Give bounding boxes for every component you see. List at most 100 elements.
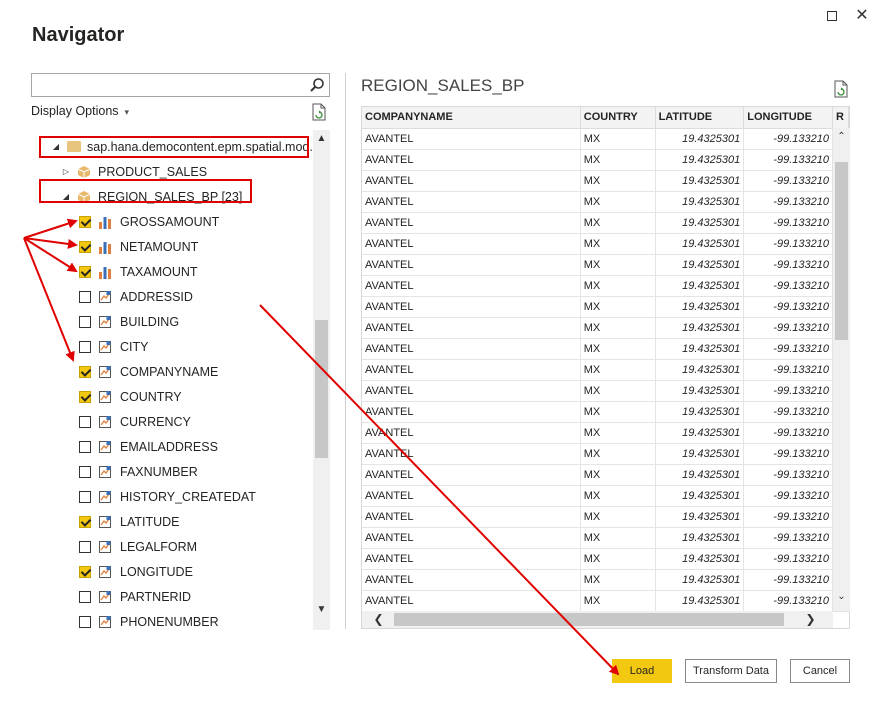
field-item[interactable]: COUNTRY [79, 384, 182, 409]
field-checkbox[interactable] [79, 565, 91, 578]
field-checkbox[interactable] [79, 340, 91, 353]
maximize-icon [827, 11, 837, 21]
scroll-up-icon[interactable]: ▲ [313, 130, 330, 147]
table-cell: MX [580, 527, 656, 549]
field-item[interactable]: CURRENCY [79, 409, 191, 434]
field-table-icon [99, 440, 111, 453]
field-checkbox[interactable] [79, 315, 91, 328]
table-cell: MX [580, 485, 656, 507]
field-item[interactable]: EMAILADDRESS [79, 434, 218, 459]
field-checkbox[interactable] [79, 415, 91, 428]
field-checkbox[interactable] [79, 465, 91, 478]
field-item[interactable]: LATITUDE [79, 509, 180, 534]
field-table-icon [99, 340, 111, 353]
table-cell: 19.4325301 [655, 401, 745, 423]
table-cell: MX [580, 149, 656, 171]
field-item[interactable]: GROSSAMOUNT [79, 209, 219, 234]
table-cell: -99.133210 [743, 401, 833, 423]
field-checkbox[interactable] [79, 590, 91, 603]
field-table-icon [99, 465, 111, 478]
field-item[interactable]: LONGITUDE [79, 559, 193, 584]
column-header[interactable]: COMPANYNAME [362, 107, 581, 129]
display-options-dropdown[interactable]: Display Options ▾ [31, 104, 129, 118]
field-checkbox[interactable] [79, 365, 91, 378]
field-item[interactable]: TAXAMOUNT [79, 259, 198, 284]
table-cell: 19.4325301 [655, 338, 745, 360]
table-cell: MX [580, 296, 656, 318]
search-input[interactable] [31, 73, 330, 97]
close-button[interactable]: ✕ [852, 6, 872, 26]
refresh-icon[interactable] [311, 103, 327, 121]
field-checkbox[interactable] [79, 615, 91, 628]
table-cell: AVANTEL [362, 170, 581, 192]
maximize-button[interactable] [822, 6, 842, 26]
field-item[interactable]: PARTNERID [79, 584, 191, 609]
field-label: FAXNUMBER [120, 464, 198, 479]
table-cell: -99.133210 [743, 422, 833, 444]
table-cell: AVANTEL [362, 401, 581, 423]
column-header[interactable]: R [832, 107, 849, 129]
table-cell: MX [580, 422, 656, 444]
field-table-icon [99, 415, 111, 428]
tree-scrollbar[interactable]: ▲ ▼ [313, 130, 330, 630]
table-cell: MX [580, 275, 656, 297]
field-table-icon [99, 540, 111, 553]
column-header[interactable]: COUNTRY [580, 107, 656, 129]
field-table-icon [99, 490, 111, 503]
table-cell: MX [580, 233, 656, 255]
field-item[interactable]: BUILDING [79, 309, 179, 334]
field-item[interactable]: FAXNUMBER [79, 459, 198, 484]
scroll-down-icon[interactable]: ▼ [313, 601, 330, 618]
field-checkbox[interactable] [79, 440, 91, 453]
table-cell: -99.133210 [743, 464, 833, 486]
table-vertical-scrollbar[interactable]: ⌃ ⌄ [833, 128, 850, 611]
table-cell: 19.4325301 [655, 233, 745, 255]
field-checkbox[interactable] [79, 265, 91, 278]
table-row: AVANTEL MX 19.4325301 -99.133210 [362, 506, 849, 528]
scroll-down-icon[interactable]: ⌄ [833, 588, 850, 605]
field-item[interactable]: CITY [79, 334, 148, 359]
scroll-up-icon[interactable]: ⌃ [833, 128, 850, 145]
annotation-highlight-box [39, 136, 309, 158]
column-header[interactable]: LONGITUDE [743, 107, 833, 129]
scrollbar-thumb[interactable] [835, 162, 848, 340]
load-button[interactable]: Load [612, 659, 672, 683]
field-label: BUILDING [120, 314, 180, 329]
field-item[interactable]: LEGALFORM [79, 534, 197, 559]
field-checkbox[interactable] [79, 515, 91, 528]
transform-data-button[interactable]: Transform Data [685, 659, 777, 683]
table-cell: -99.133210 [743, 275, 833, 297]
field-checkbox[interactable] [79, 240, 91, 253]
field-checkbox[interactable] [79, 290, 91, 303]
field-table-icon [99, 565, 111, 578]
scrollbar-thumb[interactable] [315, 320, 328, 458]
field-checkbox[interactable] [79, 390, 91, 403]
table-cell: AVANTEL [362, 359, 581, 381]
pane-divider [345, 73, 346, 629]
table-cell: MX [580, 317, 656, 339]
table-row: AVANTEL MX 19.4325301 -99.133210 [362, 170, 849, 192]
display-options-label: Display Options [31, 104, 119, 118]
table-cell: MX [580, 401, 656, 423]
table-cell: AVANTEL [362, 296, 581, 318]
scrollbar-thumb[interactable] [394, 613, 784, 626]
scroll-right-icon[interactable]: ❯ [802, 611, 819, 628]
table-cell: -99.133210 [743, 170, 833, 192]
table-horizontal-scrollbar[interactable]: ❮ ❯ [362, 611, 833, 628]
scroll-left-icon[interactable]: ❮ [370, 611, 387, 628]
field-checkbox[interactable] [79, 215, 91, 228]
field-checkbox[interactable] [79, 490, 91, 503]
cancel-button[interactable]: Cancel [790, 659, 850, 683]
field-item[interactable]: NETAMOUNT [79, 234, 198, 259]
table-row: AVANTEL MX 19.4325301 -99.133210 [362, 401, 849, 423]
field-item[interactable]: ADDRESSID [79, 284, 193, 309]
field-checkbox[interactable] [79, 540, 91, 553]
field-item[interactable]: PHONENUMBER [79, 609, 219, 630]
column-header[interactable]: LATITUDE [655, 107, 745, 129]
field-item[interactable]: COMPANYNAME [79, 359, 218, 384]
refresh-icon[interactable] [833, 80, 849, 98]
field-item[interactable]: HISTORY_CREATEDAT [79, 484, 256, 509]
table-cube-icon [77, 165, 91, 178]
table-cell: AVANTEL [362, 149, 581, 171]
table-cell: -99.133210 [743, 527, 833, 549]
